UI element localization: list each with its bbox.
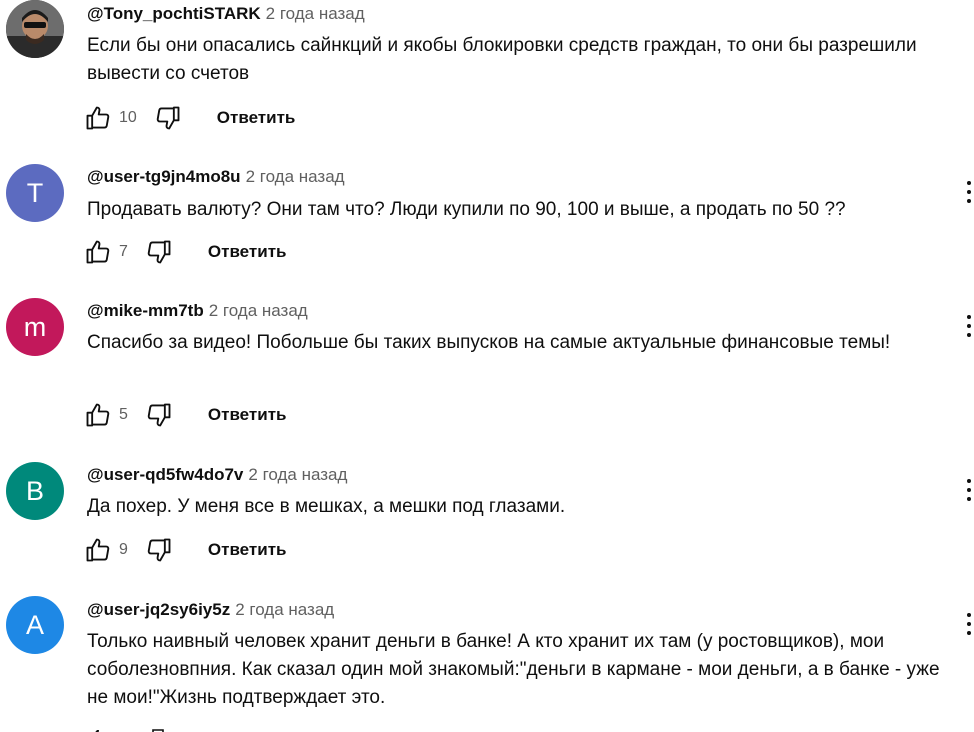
more-actions-icon[interactable] bbox=[964, 613, 974, 639]
like-count: 5 bbox=[119, 406, 128, 423]
thumb-up-icon bbox=[86, 106, 110, 130]
comment-time[interactable]: 2 года назад bbox=[266, 4, 365, 23]
reply-button[interactable]: Ответить bbox=[208, 242, 287, 262]
comment-text: Да похер. У меня все в мешках, а мешки п… bbox=[87, 496, 566, 517]
more-actions-icon[interactable] bbox=[964, 479, 974, 505]
avatar-letter: m bbox=[23, 311, 47, 342]
user-photo-icon bbox=[6, 0, 64, 58]
comment-author[interactable]: @user-jq2sy6iy5z bbox=[87, 600, 230, 619]
comment-time[interactable]: 2 года назад bbox=[209, 301, 308, 320]
like-count: 10 bbox=[119, 109, 137, 126]
like-count: 7 bbox=[119, 243, 128, 260]
more-actions-icon[interactable] bbox=[964, 181, 974, 207]
thumb-down-icon bbox=[147, 403, 171, 427]
thumb-down-icon bbox=[156, 106, 180, 130]
comment-text: Спасибо за видео! Побольше бы таких выпу… bbox=[87, 332, 891, 353]
thumb-down-icon bbox=[147, 538, 171, 562]
avatar-letter: A bbox=[25, 609, 44, 640]
reply-button[interactable]: Ответить bbox=[208, 540, 287, 560]
thumb-up-icon bbox=[86, 240, 110, 264]
reply-button[interactable]: Ответить bbox=[217, 108, 296, 128]
comment-time[interactable]: 2 года назад bbox=[248, 465, 347, 484]
comment-author[interactable]: @user-qd5fw4do7v bbox=[87, 465, 243, 484]
like-button[interactable] bbox=[83, 103, 113, 133]
like-count: 9 bbox=[119, 541, 128, 558]
like-button[interactable] bbox=[83, 535, 113, 565]
avatar[interactable]: A bbox=[6, 596, 64, 654]
avatar[interactable]: B bbox=[6, 462, 64, 520]
reply-button[interactable]: Ответить bbox=[208, 405, 287, 425]
thumb-down-icon bbox=[147, 240, 171, 264]
like-button[interactable] bbox=[83, 237, 113, 267]
avatar-letter: B bbox=[25, 475, 44, 506]
dislike-button[interactable] bbox=[153, 103, 183, 133]
thumb-up-icon bbox=[86, 403, 110, 427]
avatar[interactable]: m bbox=[6, 298, 64, 356]
comment-time[interactable]: 2 года назад bbox=[235, 600, 334, 619]
comment-author[interactable]: @user-tg9jn4mo8u bbox=[87, 167, 241, 186]
thumb-up-icon bbox=[86, 538, 110, 562]
comment-author[interactable]: @mike-mm7tb bbox=[87, 301, 204, 320]
avatar-letter: T bbox=[26, 177, 44, 208]
comment-author[interactable]: @Tony_pochtiSTARK bbox=[87, 4, 261, 23]
dislike-button[interactable] bbox=[144, 535, 174, 565]
comment-actions-clipped bbox=[83, 724, 193, 732]
comment-time[interactable]: 2 года назад bbox=[246, 167, 345, 186]
avatar[interactable]: T bbox=[6, 164, 64, 222]
dislike-button[interactable] bbox=[144, 237, 174, 267]
avatar[interactable] bbox=[6, 0, 64, 58]
like-button[interactable] bbox=[83, 400, 113, 430]
comment-text: Если бы они опасались сайнкций и якобы б… bbox=[87, 35, 917, 84]
comment-text: Только наивный человек хранит деньги в б… bbox=[87, 631, 940, 708]
comment-text: Продавать валюту? Они там что? Люди купи… bbox=[87, 199, 846, 220]
dislike-button[interactable] bbox=[144, 400, 174, 430]
more-actions-icon[interactable] bbox=[964, 315, 974, 341]
